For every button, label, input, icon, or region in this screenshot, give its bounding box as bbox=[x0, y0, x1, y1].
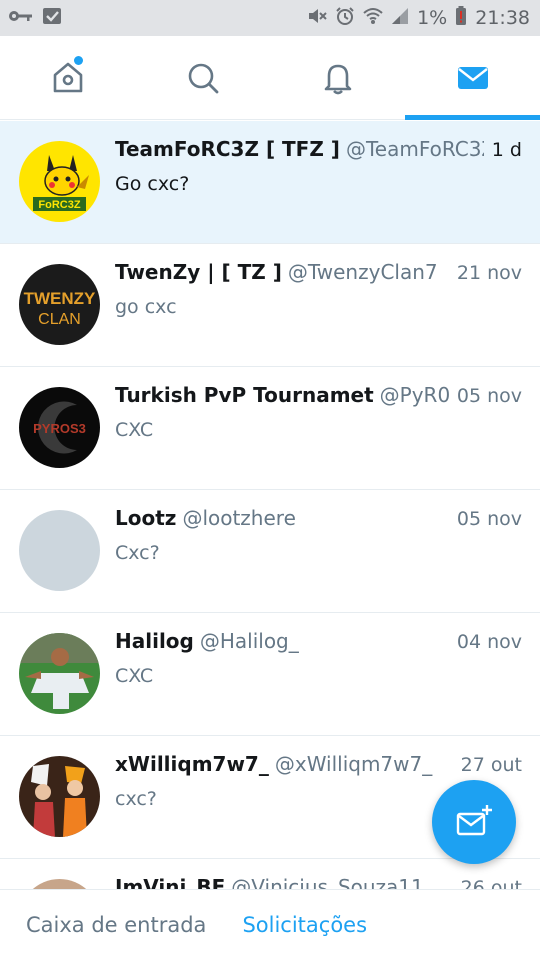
conversation-name: ImVini_BE bbox=[115, 875, 226, 889]
avatar-label-bottom: CLAN bbox=[38, 311, 81, 328]
tab-search[interactable] bbox=[135, 36, 270, 119]
conversation-row[interactable]: Halilog @Halilog_ 04 nov CXC bbox=[0, 613, 540, 736]
tab-notifications[interactable] bbox=[270, 36, 405, 119]
envelope-icon bbox=[457, 66, 488, 89]
conversation-handle: @Halilog_ bbox=[199, 629, 299, 653]
conversation-row[interactable]: PYROS3 Turkish PvP Tournamet @PyR0S3 05 … bbox=[0, 367, 540, 490]
conversation-preview: CXC bbox=[115, 665, 154, 687]
conversation-preview: Cxc? bbox=[115, 542, 160, 564]
search-icon bbox=[188, 63, 218, 93]
conversation-date: 26 out bbox=[460, 877, 522, 889]
conversation-row[interactable]: Lootz @lootzhere 05 nov Cxc? bbox=[0, 490, 540, 613]
conversation-handle: @TwenzyClan7 bbox=[287, 260, 438, 284]
home-notification-dot bbox=[74, 56, 83, 65]
conversation-handle: @TeamFoRC3Z bbox=[345, 137, 484, 161]
avatar[interactable]: TWENZY CLAN bbox=[19, 264, 100, 345]
avatar-label: FoRC3Z bbox=[38, 199, 80, 211]
bottom-tabs: Caixa de entrada Solicitações bbox=[0, 889, 540, 960]
conversation-header: TwenZy | [ TZ ] @TwenzyClan7 21 nov bbox=[115, 260, 522, 284]
conversation-date: 05 nov bbox=[456, 385, 522, 407]
avatar[interactable]: PYROS3 bbox=[19, 387, 100, 468]
top-nav bbox=[0, 36, 540, 120]
conversation-preview: Go cxc? bbox=[115, 173, 190, 195]
tab-messages[interactable] bbox=[405, 36, 540, 120]
conversation-date: 05 nov bbox=[456, 508, 522, 530]
conversation-preview: cxc? bbox=[115, 788, 157, 810]
message-list: FoRC3Z TeamFoRC3Z [ TFZ ] @TeamFoRC3Z 1 … bbox=[0, 121, 540, 889]
tab-requests[interactable]: Solicitações bbox=[242, 913, 367, 937]
conversation-header: ImVini_BE @Vinicius_Souza11 26 out bbox=[115, 875, 522, 889]
compose-message-icon bbox=[456, 805, 492, 836]
conversation-name: TwenZy | [ TZ ] bbox=[115, 260, 282, 284]
conversation-header: Lootz @lootzhere 05 nov bbox=[115, 506, 522, 530]
wifi-icon bbox=[363, 7, 383, 29]
avatar[interactable] bbox=[19, 756, 100, 837]
conversation-name: Halilog bbox=[115, 629, 194, 653]
tab-home[interactable] bbox=[0, 36, 135, 119]
conversation-header: TeamFoRC3Z [ TFZ ] @TeamFoRC3Z 1 d bbox=[115, 137, 522, 161]
status-right: 1% 21:38 bbox=[307, 6, 530, 30]
battery-icon bbox=[455, 6, 467, 30]
conversation-date: 1 d bbox=[491, 139, 522, 161]
conversation-row[interactable]: FoRC3Z TeamFoRC3Z [ TFZ ] @TeamFoRC3Z 1 … bbox=[0, 121, 540, 244]
conversation-name: Lootz bbox=[115, 506, 177, 530]
conversation-handle: @PyR0S3 bbox=[379, 383, 449, 407]
bell-icon bbox=[324, 64, 351, 94]
conversation-handle: @xWilliqm7w7_ bbox=[274, 752, 433, 776]
avatar[interactable] bbox=[19, 879, 100, 889]
status-left bbox=[8, 7, 62, 29]
avatar-label: PYROS3 bbox=[33, 421, 86, 436]
key-icon bbox=[8, 9, 34, 27]
avatar[interactable]: FoRC3Z bbox=[19, 141, 100, 222]
avatar-label-top: TWENZY bbox=[24, 289, 96, 308]
battery-percent: 1% bbox=[417, 7, 448, 29]
mute-icon bbox=[307, 7, 327, 29]
tab-inbox[interactable]: Caixa de entrada bbox=[26, 913, 206, 937]
conversation-header: Halilog @Halilog_ 04 nov bbox=[115, 629, 522, 653]
conversation-handle: @Vinicius_Souza11 bbox=[231, 875, 424, 889]
conversation-header: Turkish PvP Tournamet @PyR0S3 05 nov bbox=[115, 383, 522, 407]
conversation-header: xWilliqm7w7_ @xWilliqm7w7_ 27 out bbox=[115, 752, 522, 776]
new-message-button[interactable] bbox=[432, 780, 516, 864]
conversation-row[interactable]: TWENZY CLAN TwenZy | [ TZ ] @TwenzyClan7… bbox=[0, 244, 540, 367]
signal-icon bbox=[391, 7, 409, 29]
avatar-placeholder[interactable] bbox=[19, 510, 100, 591]
conversation-name: Turkish PvP Tournamet bbox=[115, 383, 374, 407]
home-icon bbox=[53, 62, 82, 92]
avatar[interactable] bbox=[19, 633, 100, 714]
conversation-preview: go cxc bbox=[115, 296, 177, 318]
conversation-row[interactable]: ImVini_BE @Vinicius_Souza11 26 out bbox=[0, 859, 540, 889]
status-bar: 1% 21:38 bbox=[0, 0, 540, 36]
conversation-date: 21 nov bbox=[456, 262, 522, 284]
conversation-name: TeamFoRC3Z [ TFZ ] bbox=[115, 137, 340, 161]
conversation-date: 04 nov bbox=[456, 631, 522, 653]
alarm-icon bbox=[335, 6, 355, 30]
conversation-name: xWilliqm7w7_ bbox=[115, 752, 269, 776]
conversation-handle: @lootzhere bbox=[182, 506, 296, 530]
conversation-preview: CXC bbox=[115, 419, 154, 441]
conversation-date: 27 out bbox=[460, 754, 522, 776]
clock: 21:38 bbox=[475, 7, 530, 29]
checkbox-notification-icon bbox=[42, 7, 62, 29]
